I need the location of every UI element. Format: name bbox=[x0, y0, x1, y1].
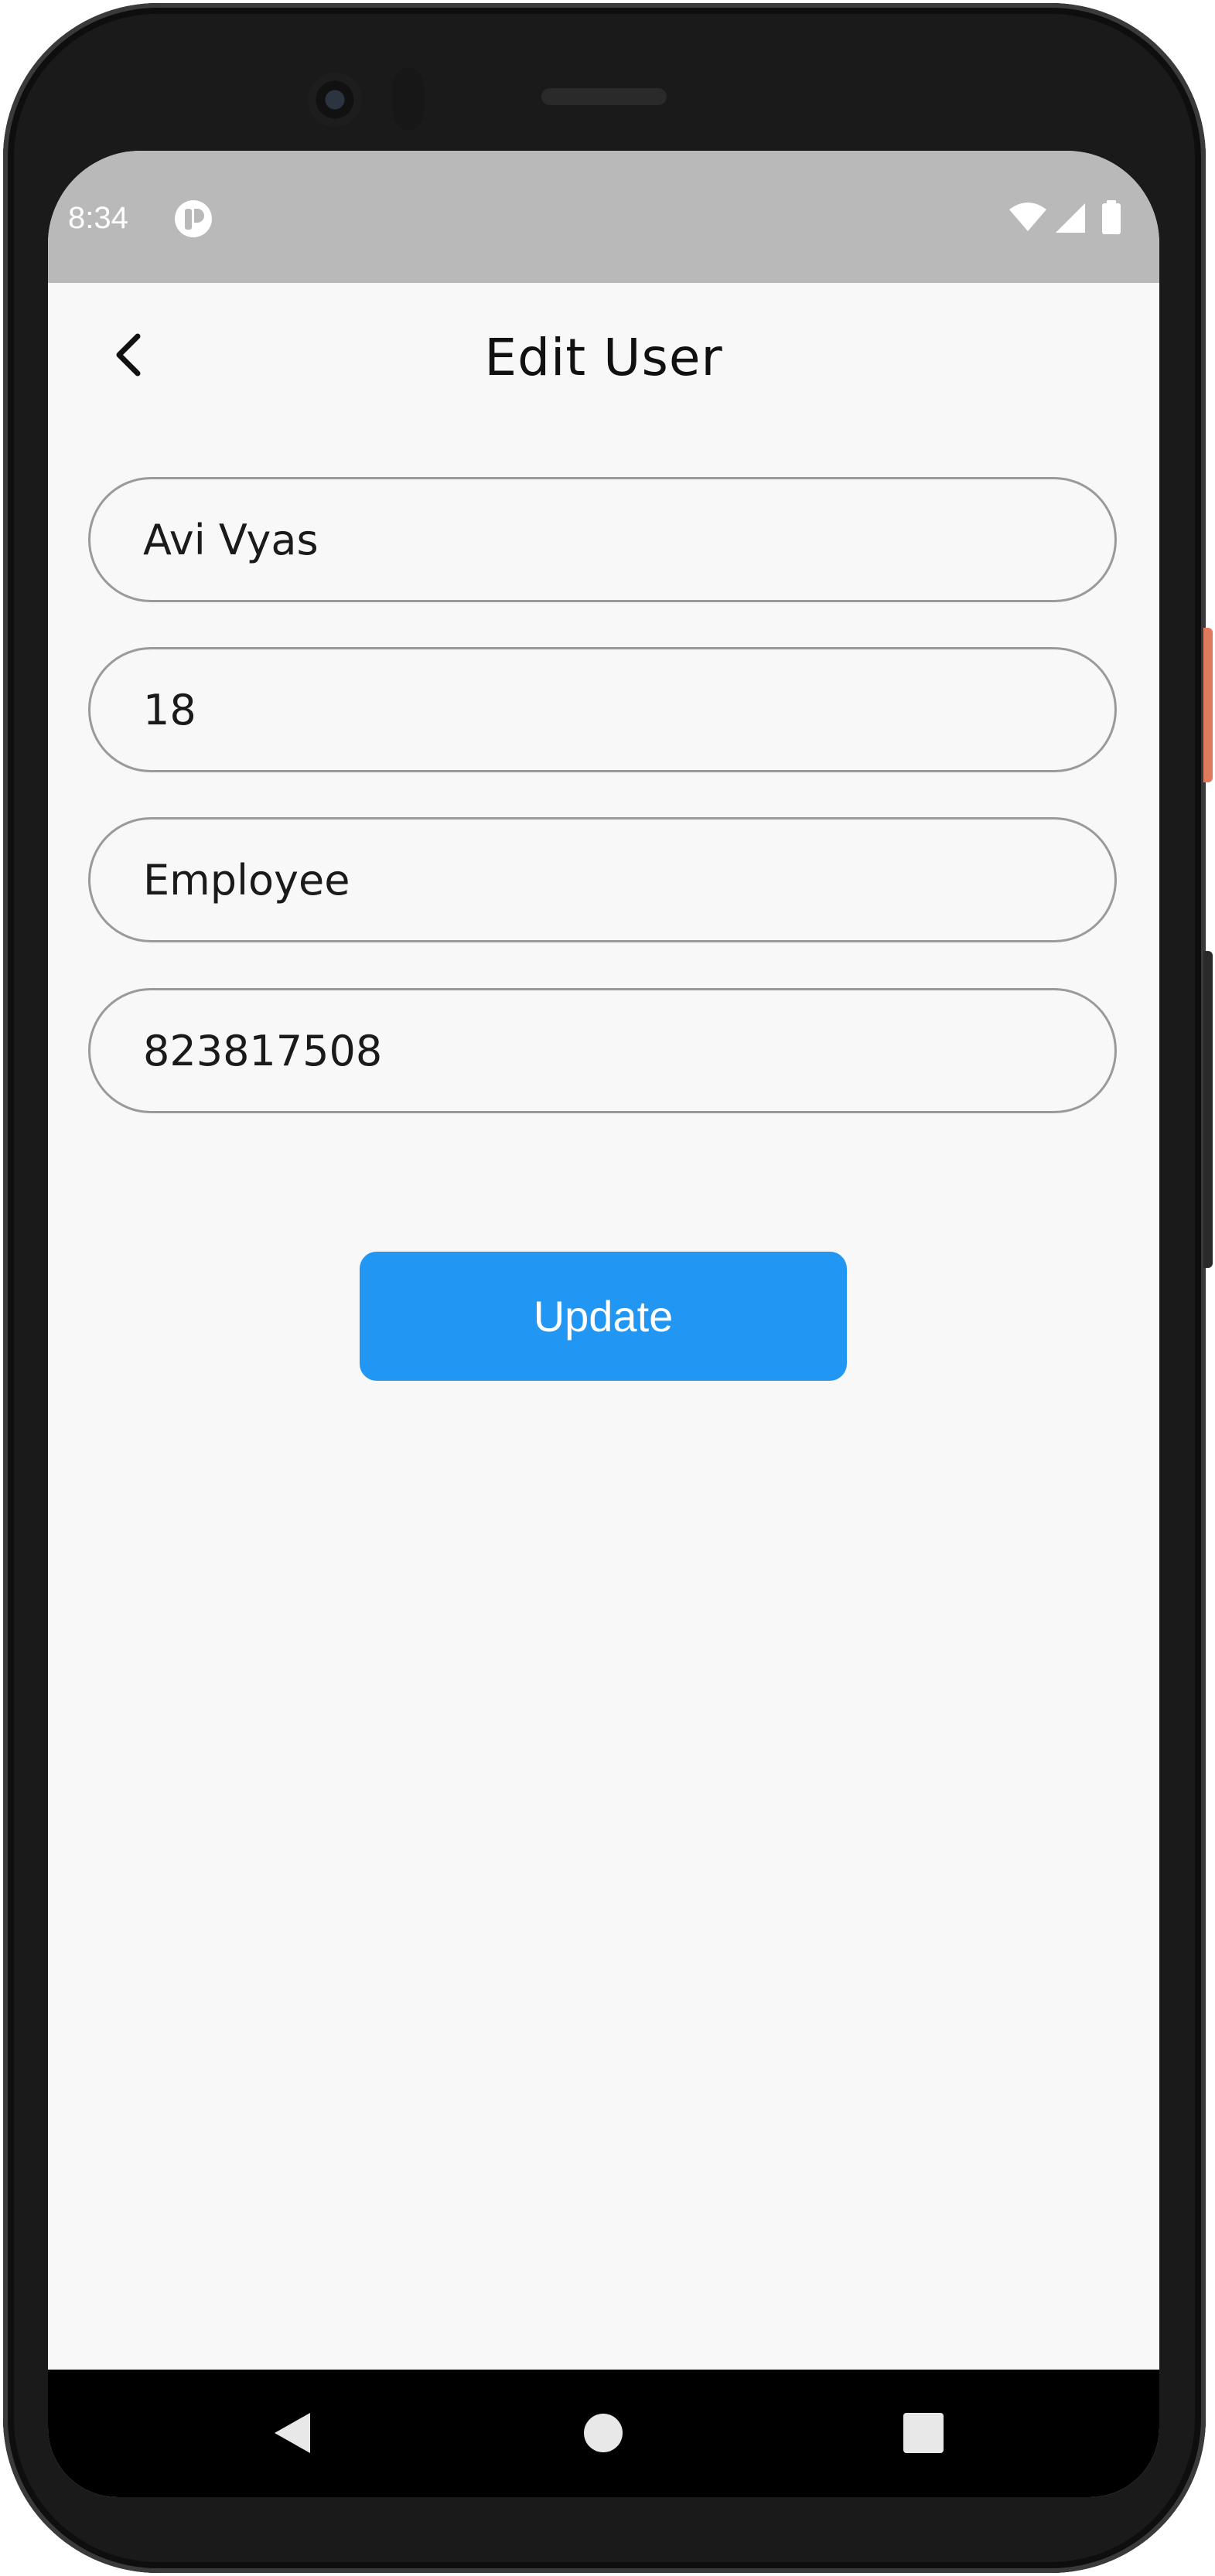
system-nav-bar bbox=[48, 2370, 1159, 2497]
update-button[interactable]: Update bbox=[360, 1252, 847, 1381]
status-bar: 8:34 bbox=[48, 151, 1159, 283]
name-field[interactable] bbox=[88, 477, 1117, 602]
volume-button bbox=[1203, 951, 1213, 1268]
pocket-p-icon bbox=[175, 200, 212, 237]
front-camera bbox=[308, 73, 362, 127]
age-field[interactable] bbox=[88, 647, 1117, 772]
wifi-icon bbox=[1009, 203, 1046, 231]
role-field[interactable] bbox=[88, 817, 1117, 942]
app-bar: Edit User bbox=[48, 283, 1159, 438]
nav-back-button[interactable] bbox=[253, 2394, 330, 2472]
phone-field[interactable] bbox=[88, 988, 1117, 1113]
earpiece-speaker bbox=[541, 88, 667, 105]
nav-home-button[interactable] bbox=[565, 2394, 642, 2472]
power-button bbox=[1203, 628, 1213, 782]
app-screen: 8:34 Edit User Avi Vyas 18 Employee 8238… bbox=[48, 151, 1159, 2497]
nav-recents-button[interactable] bbox=[885, 2394, 962, 2472]
battery-icon bbox=[1102, 200, 1121, 234]
circle-home-icon bbox=[584, 2414, 623, 2452]
status-time: 8:34 bbox=[68, 201, 128, 235]
page-title: Edit User bbox=[484, 328, 723, 387]
triangle-back-icon bbox=[275, 2413, 310, 2453]
status-icons bbox=[1009, 200, 1121, 234]
square-recents-icon bbox=[903, 2413, 944, 2453]
proximity-sensor bbox=[393, 68, 424, 130]
cell-signal-icon bbox=[1056, 203, 1085, 233]
